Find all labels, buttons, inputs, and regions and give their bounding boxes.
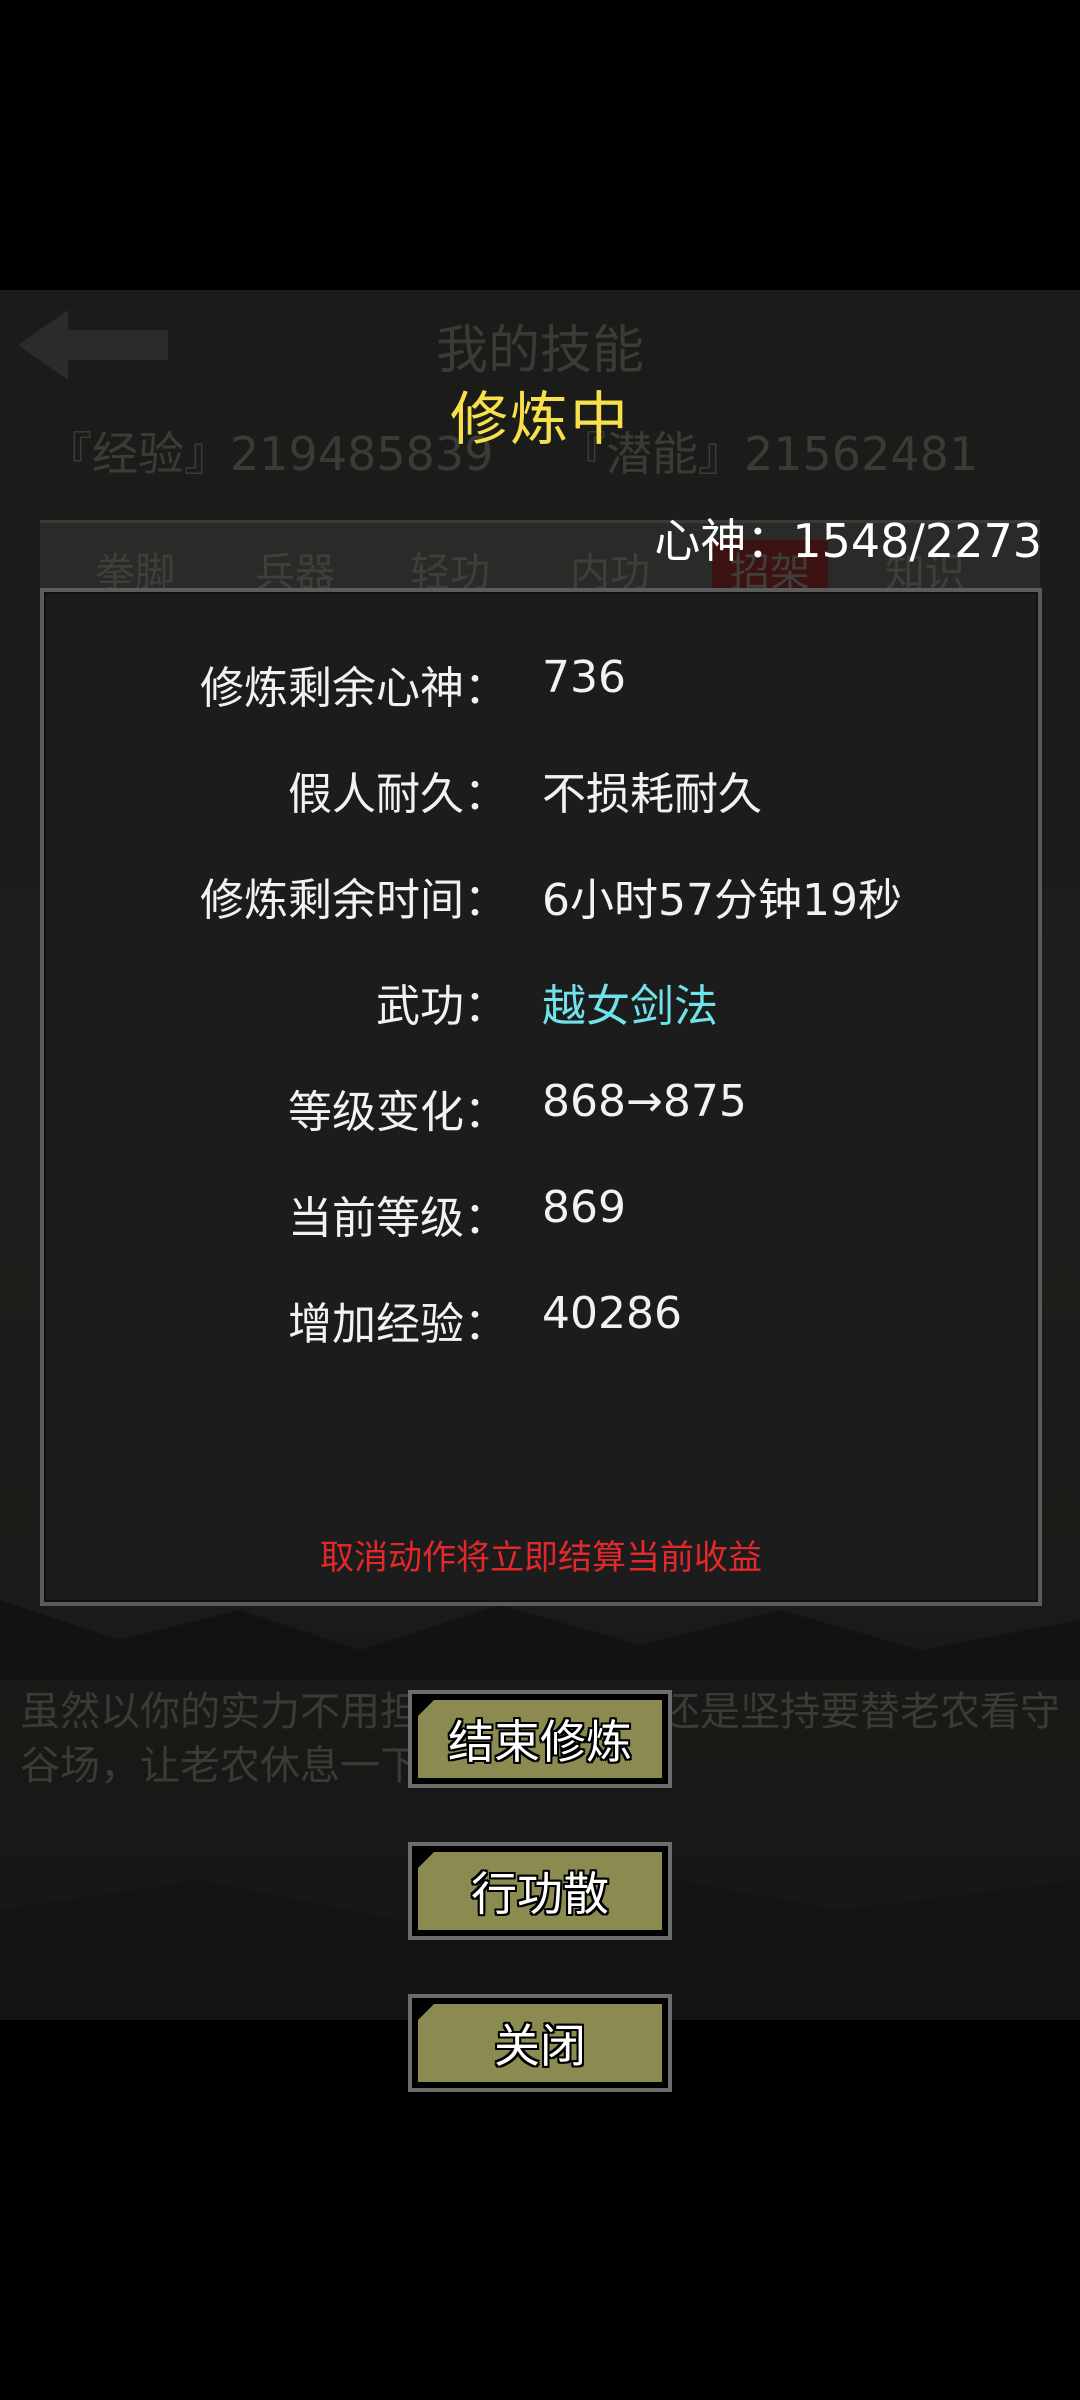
info-value: 868→875	[542, 1076, 747, 1127]
info-label: 增加经验：	[288, 1299, 508, 1350]
mind-value: 心神：1548/2273	[654, 514, 1042, 568]
info-row-level-change: 等级变化： 868→875	[44, 1076, 1038, 1138]
info-value: 869	[542, 1182, 626, 1233]
info-label: 当前等级：	[288, 1193, 508, 1244]
info-value-skill: 越女剑法	[542, 981, 718, 1032]
info-row-remaining-time: 修炼剩余时间： 6小时57分钟19秒	[44, 864, 1038, 926]
info-row-added-exp: 增加经验： 40286	[44, 1288, 1038, 1350]
info-value: 6小时57分钟19秒	[542, 875, 902, 926]
info-label: 武功：	[376, 981, 508, 1032]
info-row-martial-art: 武功： 越女剑法	[44, 970, 1038, 1032]
info-label: 假人耐久：	[288, 769, 508, 820]
info-label: 修炼剩余时间：	[200, 875, 508, 926]
close-button-label: 关闭	[494, 2019, 586, 2073]
screen: 我的技能 『经验』219485839 『潜能』21562481 拳脚 兵器 轻功…	[0, 0, 1080, 2400]
info-label: 等级变化：	[288, 1087, 508, 1138]
close-button[interactable]: 关闭	[408, 1994, 672, 2092]
info-value: 不损耗耐久	[542, 769, 762, 820]
info-label: 修炼剩余心神：	[200, 663, 508, 714]
info-row-dummy-durability: 假人耐久： 不损耗耐久	[44, 758, 1038, 820]
background-terrain	[0, 1600, 1080, 2020]
info-row-current-level: 当前等级： 869	[44, 1182, 1038, 1244]
info-value: 40286	[542, 1288, 682, 1339]
xinggongsan-button-label: 行功散	[471, 1867, 609, 1921]
xinggongsan-button[interactable]: 行功散	[408, 1842, 672, 1940]
dialog-title: 修炼中	[449, 385, 630, 453]
info-row-remaining-mind: 修炼剩余心神： 736	[44, 652, 1038, 714]
training-info-panel: 修炼剩余心神： 736 假人耐久： 不损耗耐久 修炼剩余时间： 6小时57分钟1…	[40, 588, 1042, 1606]
end-training-button[interactable]: 结束修炼	[408, 1690, 672, 1788]
button-face: 关闭	[418, 2004, 662, 2082]
end-training-button-label: 结束修炼	[448, 1715, 632, 1769]
button-face: 行功散	[418, 1852, 662, 1930]
info-value: 736	[542, 652, 626, 703]
button-face: 结束修炼	[418, 1700, 662, 1778]
cancel-warning-text: 取消动作将立即结算当前收益	[320, 1538, 762, 1578]
